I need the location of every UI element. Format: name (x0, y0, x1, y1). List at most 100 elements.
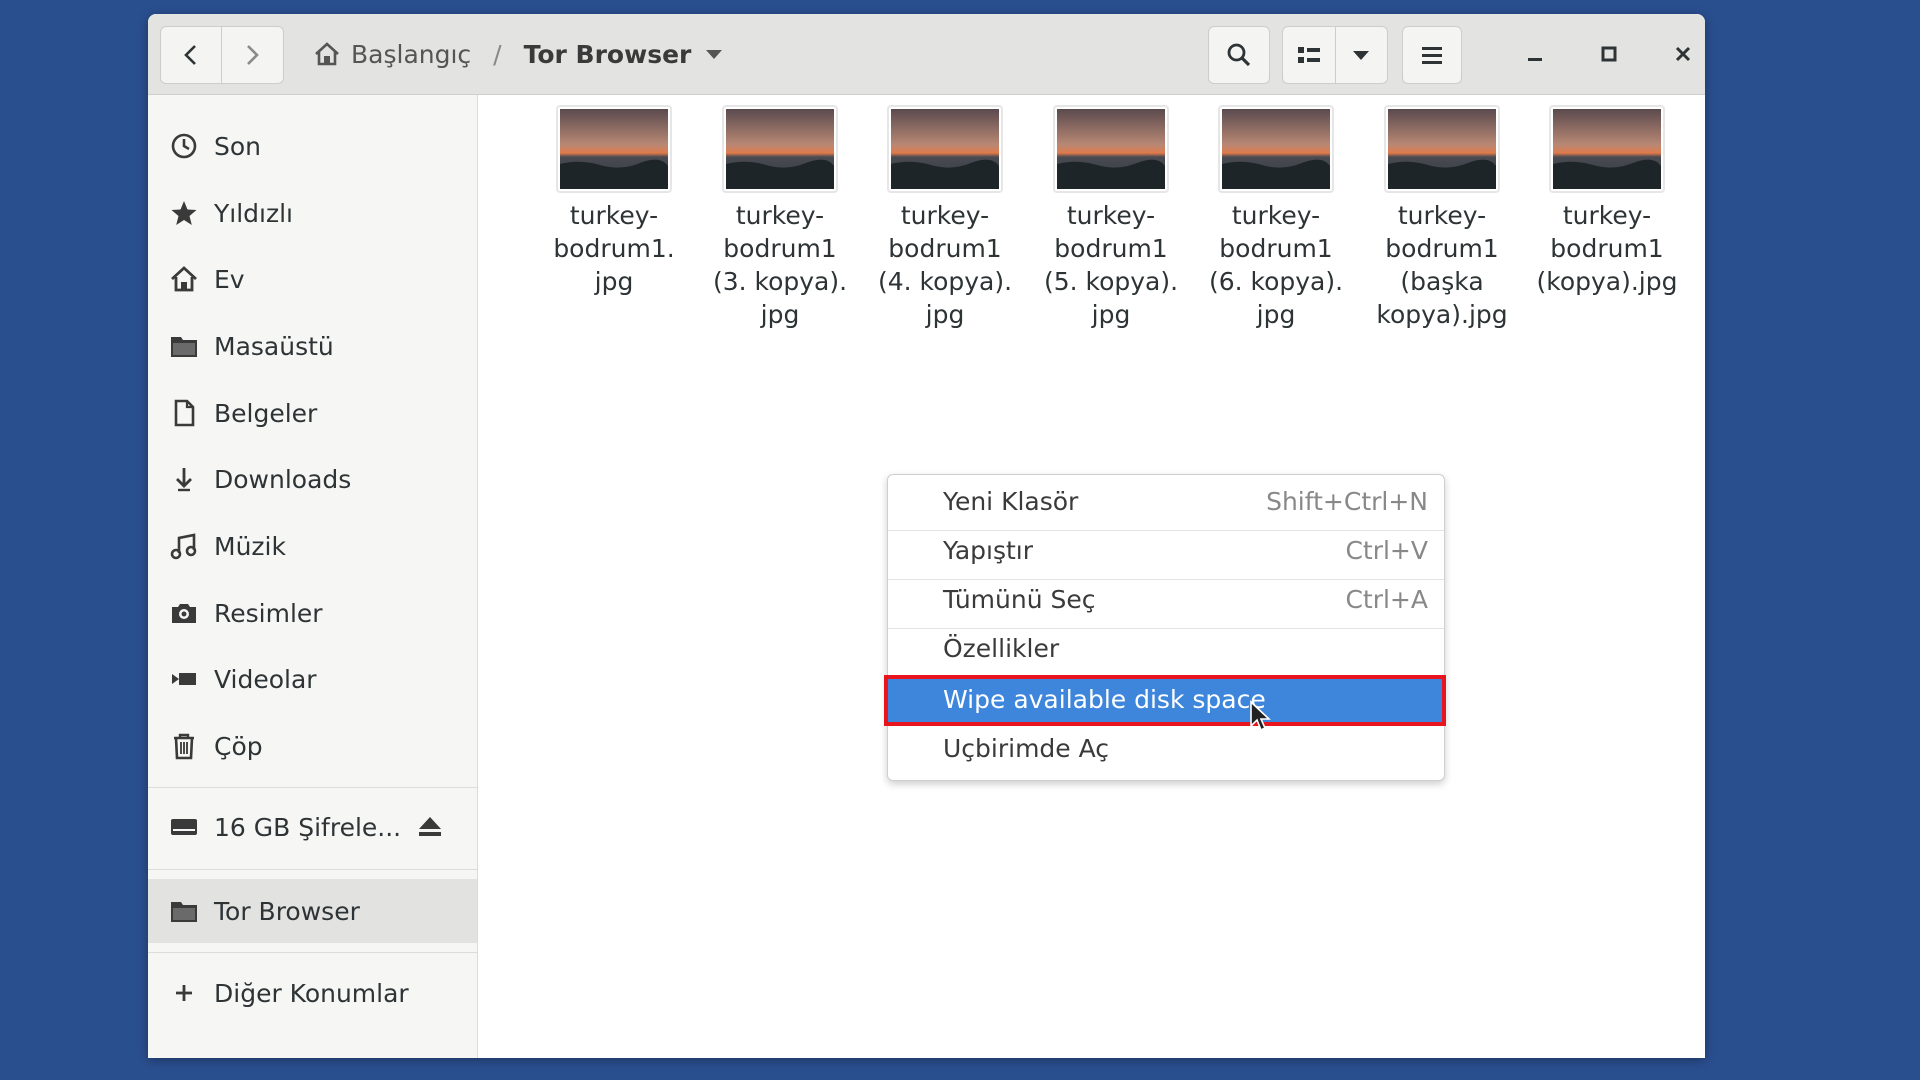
video-icon (170, 665, 198, 693)
search-icon (1227, 43, 1251, 67)
file-item[interactable]: turkey- bodrum1 (kopya).jpg (1532, 105, 1682, 298)
menu-item-label: Wipe available disk space (943, 684, 1266, 714)
forward-button[interactable] (221, 27, 282, 83)
sidebar-item-muzik[interactable]: Müzik (148, 514, 477, 578)
sidebar-item-cop[interactable]: Çöp (148, 714, 477, 778)
view-dropdown-button[interactable] (1334, 27, 1388, 83)
file-name-line: jpg (1091, 300, 1131, 329)
image-thumbnail (1549, 105, 1665, 193)
sidebar-item-label: Resimler (214, 598, 323, 628)
sidebar-item-ev[interactable]: Ev (148, 247, 477, 311)
menu-item-select-all[interactable]: Tümünü Seç Ctrl+A (888, 575, 1444, 623)
sidebar-item-resimler[interactable]: Resimler (148, 581, 477, 645)
sidebar-item-label: Downloads (214, 464, 352, 494)
maximize-button[interactable] (1589, 34, 1629, 74)
file-name-line: bodrum1 (723, 234, 837, 263)
music-icon (170, 532, 198, 560)
file-name-line: (kopya).jpg (1536, 267, 1678, 296)
caret-down-icon (1353, 51, 1370, 60)
breadcrumb-current[interactable]: Tor Browser (524, 40, 692, 69)
main-menu-button-inner[interactable] (1403, 27, 1461, 83)
image-thumbnail (1053, 105, 1169, 193)
sidebar-item-belgeler[interactable]: Belgeler (148, 381, 477, 445)
breadcrumb-home-label: Başlangıç (351, 39, 472, 69)
sidebar-item-yildizli[interactable]: Yıldızlı (148, 181, 477, 245)
plus-icon (170, 979, 198, 1007)
file-name-line: bodrum1. (553, 234, 675, 263)
file-name-line: turkey- (1066, 201, 1156, 230)
file-name-line: (5. kopya). (1043, 267, 1179, 296)
menu-item-shortcut: Shift+Ctrl+N (1266, 486, 1428, 516)
star-icon (170, 199, 198, 227)
view-options (1282, 26, 1388, 84)
file-name-line: bodrum1 (1219, 234, 1333, 263)
file-name-line: turkey- (735, 201, 825, 230)
sidebar-item-label: Belgeler (214, 398, 318, 428)
sidebar-item-label: Müzik (214, 531, 286, 561)
maximize-icon (1601, 46, 1617, 62)
file-name-line: turkey- (569, 201, 659, 230)
menu-item-paste[interactable]: Yapıştır Ctrl+V (888, 526, 1444, 574)
list-view-icon (1297, 47, 1320, 63)
file-name-line: turkey- (1562, 201, 1652, 230)
menu-item-label: Yapıştır (943, 535, 1034, 565)
file-item[interactable]: turkey- bodrum1 (başka kopya).jpg (1367, 105, 1517, 331)
sidebar-item-drive[interactable]: 16 GB Şifrele... (148, 795, 477, 859)
sidebar: Son Yıldızlı Ev Masaüstü Belgeler Downlo… (148, 95, 478, 1058)
menu-item-label: Uçbirimde Aç (943, 733, 1110, 763)
file-item[interactable]: turkey- bodrum1 (4. kopya). jpg (870, 105, 1020, 331)
file-name-line: bodrum1 (888, 234, 1002, 263)
main-menu-button[interactable] (1402, 26, 1462, 84)
eject-button[interactable] (416, 813, 444, 841)
file-name-line: (6. kopya). (1208, 267, 1344, 296)
camera-icon (170, 599, 198, 627)
minimize-button[interactable] (1515, 34, 1555, 74)
mouse-pointer-icon (1250, 700, 1271, 732)
context-menu: Yeni Klasör Shift+Ctrl+N Yapıştır Ctrl+V… (887, 474, 1445, 781)
menu-item-label: Tümünü Seç (943, 584, 1096, 614)
file-name-line: jpg (594, 267, 634, 296)
sidebar-item-label: Videolar (214, 664, 317, 694)
file-name-line: jpg (1256, 300, 1296, 329)
image-thumbnail (556, 105, 672, 193)
back-button[interactable] (161, 27, 221, 83)
menu-item-properties[interactable]: Özellikler (888, 624, 1444, 672)
header-bar: Başlangıç / Tor Browser (148, 14, 1705, 95)
document-icon (170, 399, 198, 427)
image-thumbnail (1218, 105, 1334, 193)
sidebar-item-masaustu[interactable]: Masaüstü (148, 314, 477, 378)
file-name-line: jpg (760, 300, 800, 329)
breadcrumb-separator: / (493, 39, 502, 69)
menu-item-new-folder[interactable]: Yeni Klasör Shift+Ctrl+N (888, 477, 1444, 525)
home-icon (170, 265, 198, 293)
menu-item-wipe-disk-space[interactable]: Wipe available disk space (888, 675, 1444, 723)
sidebar-item-videolar[interactable]: Videolar (148, 647, 477, 711)
list-view-button[interactable] (1283, 27, 1335, 83)
sidebar-item-label: Tor Browser (214, 896, 360, 926)
menu-item-label: Yeni Klasör (943, 486, 1079, 516)
file-item[interactable]: turkey- bodrum1 (3. kopya). jpg (705, 105, 855, 331)
menu-item-open-in-terminal[interactable]: Uçbirimde Aç (888, 724, 1444, 772)
sidebar-item-tor-browser[interactable]: Tor Browser (148, 879, 477, 943)
breadcrumb-home[interactable]: Başlangıç (313, 40, 471, 69)
download-icon (170, 465, 198, 493)
sidebar-item-downloads[interactable]: Downloads (148, 447, 477, 511)
sidebar-item-other-locations[interactable]: Diğer Konumlar (148, 961, 477, 1025)
search-button-inner[interactable] (1209, 27, 1269, 83)
file-item[interactable]: turkey- bodrum1 (5. kopya). jpg (1036, 105, 1186, 331)
file-name-line: jpg (925, 300, 965, 329)
search-button[interactable] (1208, 26, 1270, 84)
file-item[interactable]: turkey- bodrum1. jpg (539, 105, 689, 298)
breadcrumb-dropdown-button[interactable] (705, 48, 723, 60)
file-name-line: turkey- (1231, 201, 1321, 230)
sidebar-item-son[interactable]: Son (148, 114, 477, 178)
close-button[interactable] (1663, 34, 1703, 74)
file-name-line: (başka (1400, 267, 1484, 296)
hamburger-menu-icon (1422, 47, 1442, 64)
sidebar-divider (148, 952, 477, 953)
breadcrumb: Başlangıç / Tor Browser (313, 26, 723, 82)
chevron-left-icon (184, 45, 196, 65)
file-item[interactable]: turkey- bodrum1 (6. kopya). jpg (1201, 105, 1351, 331)
file-name-line: bodrum1 (1385, 234, 1499, 263)
menu-item-shortcut: Ctrl+A (1345, 584, 1428, 614)
